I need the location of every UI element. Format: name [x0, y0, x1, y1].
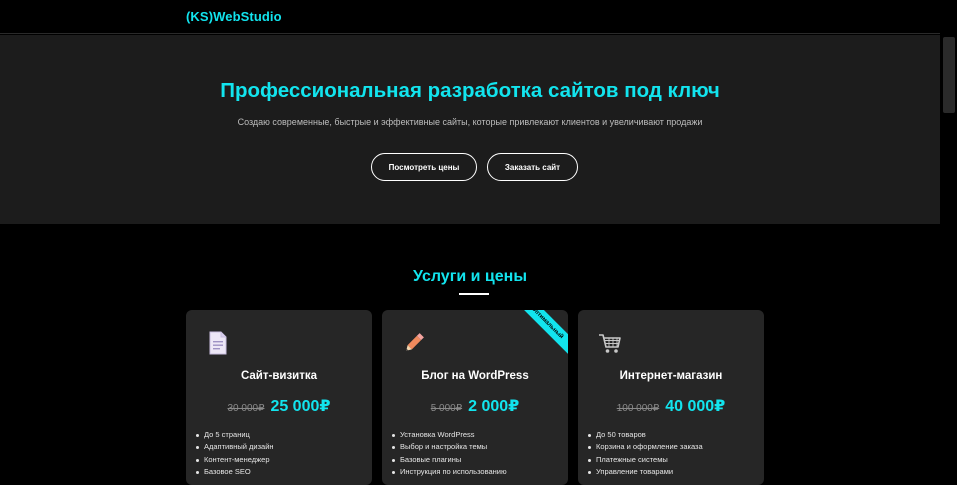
view-prices-button[interactable]: Посмотреть цены [371, 153, 477, 181]
feature-item: До 50 товаров [588, 429, 703, 441]
service-card-business-card: Сайт-визитка 30 000₽ 25 000₽ До 5 страни… [186, 310, 372, 485]
feature-item: Выбор и настройка темы [392, 441, 507, 453]
feature-item: Базовое SEO [196, 466, 274, 478]
price-row: 30 000₽ 25 000₽ [186, 396, 372, 416]
card-title: Интернет-магазин [619, 370, 723, 382]
section-title-underline [459, 293, 489, 295]
feature-item: Платежные системы [588, 454, 703, 466]
old-price: 5 000₽ [430, 403, 463, 414]
hero-section: Профессиональная разработка сайтов под к… [0, 35, 940, 224]
new-price: 40 000₽ [665, 398, 726, 415]
card-title: Блог на WordPress [421, 370, 529, 382]
card-title: Сайт-визитка [240, 370, 318, 382]
pencil-icon [406, 333, 424, 351]
feature-item: Установка WordPress [392, 429, 507, 441]
feature-item: Контент-менеджер [196, 454, 274, 466]
shopping-cart-icon [599, 334, 621, 353]
price-row: 5 000₽ 2 000₽ [382, 396, 568, 416]
scrollbar[interactable] [940, 0, 957, 475]
service-card-online-store: Интернет-магазин 100 000₽ 40 000₽ До 50 … [578, 310, 764, 485]
feature-item: Корзина и оформление заказа [588, 441, 703, 453]
feature-item: Инструкция по использованию [392, 466, 507, 478]
scrollbar-thumb[interactable] [943, 37, 955, 113]
feature-item: До 5 страниц [196, 429, 274, 441]
new-price: 25 000₽ [270, 398, 331, 415]
service-card-wordpress-blog: Оптимальный Блог на WordPress 5 000₽ 2 0… [382, 310, 568, 485]
hero-subtitle: Создаю современные, быстрые и эффективны… [237, 117, 703, 127]
old-price: 30 000₽ [227, 403, 265, 414]
order-site-button[interactable]: Заказать сайт [487, 153, 578, 181]
feature-list: До 50 товаров Корзина и оформление заказ… [588, 429, 703, 478]
feature-item: Управление товарами [588, 466, 703, 478]
feature-item: Адаптивный дизайн [196, 441, 274, 453]
document-icon [209, 331, 227, 355]
services-title: Услуги и цены [413, 268, 527, 285]
logo[interactable]: (KS)WebStudio [186, 9, 282, 24]
feature-list: Установка WordPress Выбор и настройка те… [392, 429, 507, 478]
feature-item: Базовые плагины [392, 454, 507, 466]
old-price: 100 000₽ [616, 403, 660, 414]
new-price: 2 000₽ [468, 398, 520, 415]
price-row: 100 000₽ 40 000₽ [578, 396, 764, 416]
optimal-ribbon: Оптимальный [511, 310, 568, 359]
top-navbar: (KS)WebStudio [0, 0, 957, 34]
hero-title: Профессиональная разработка сайтов под к… [220, 79, 720, 102]
feature-list: До 5 страниц Адаптивный дизайн Контент-м… [196, 429, 274, 478]
logo-name: WebStudio [213, 9, 282, 24]
logo-prefix: (KS) [186, 9, 214, 24]
